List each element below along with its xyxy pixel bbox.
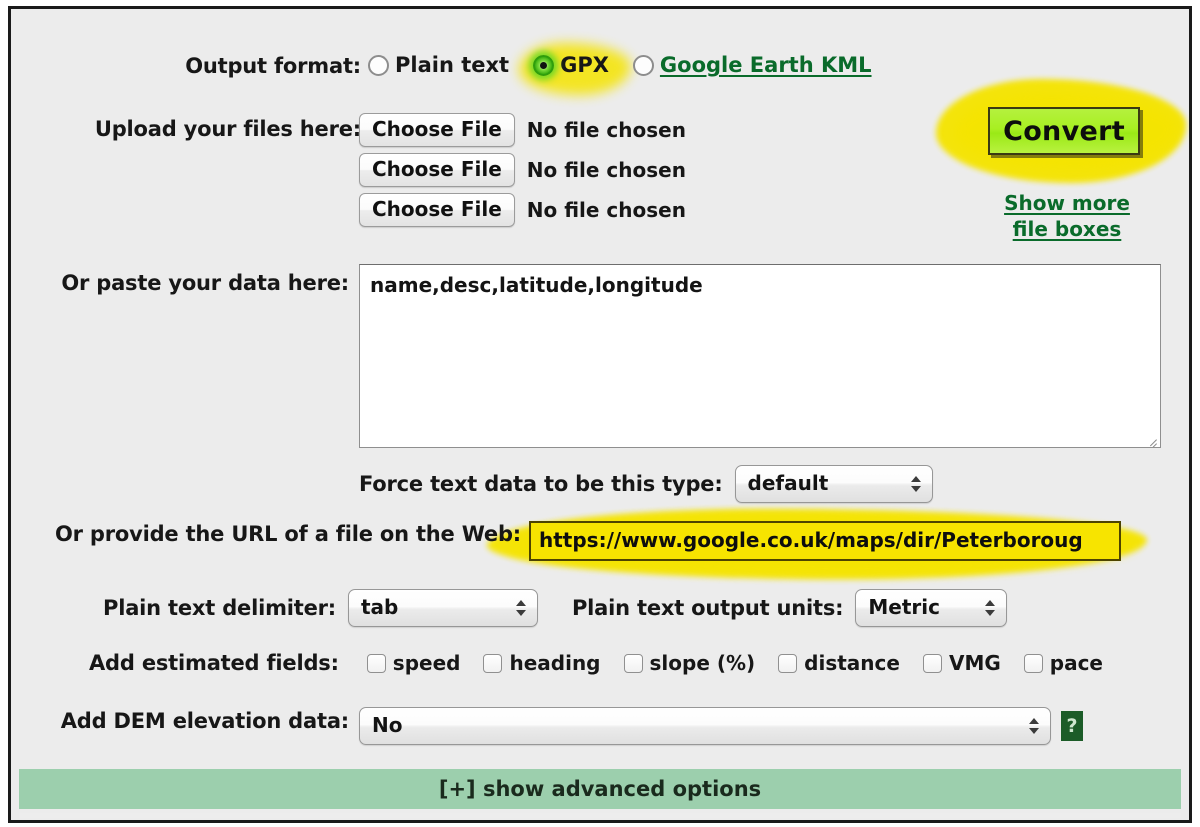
estimated-fields-label: Add estimated fields: (89, 651, 339, 675)
dem-label: Add DEM elevation data: (60, 709, 349, 733)
force-type-value: default (747, 471, 829, 495)
checkbox-pace[interactable] (1023, 653, 1043, 673)
choose-file-button-3[interactable]: Choose File (359, 193, 515, 227)
show-more-line-2: file boxes (1012, 216, 1122, 241)
paste-data-value: name,desc,latitude,longitude (370, 273, 703, 297)
form-body: Output format: Plain text GPX Google Ear… (11, 9, 1189, 820)
estimated-fields-row: Add estimated fields: speed heading slop… (89, 651, 1103, 675)
file-input-row-2: Choose File No file chosen (359, 153, 686, 187)
form-frame: Output format: Plain text GPX Google Ear… (8, 6, 1192, 823)
show-more-file-boxes-link[interactable]: Show more file boxes (936, 191, 1189, 242)
file-status-1: No file chosen (526, 118, 686, 142)
file-status-3: No file chosen (526, 198, 686, 222)
checkbox-pace-label: pace (1049, 651, 1103, 675)
file-input-row-1: Choose File No file chosen (359, 113, 686, 147)
paste-data-textarea-wrap: name,desc,latitude,longitude (359, 264, 1161, 448)
checkbox-item-heading[interactable]: heading (483, 651, 601, 675)
delimiter-row: Plain text delimiter: tab Plain text out… (103, 589, 1008, 627)
chevron-updown-icon (1029, 716, 1040, 736)
chevron-updown-icon (985, 598, 996, 618)
show-more-line-1: Show more (1004, 191, 1130, 215)
textarea-resize-grip[interactable] (1143, 430, 1157, 444)
dem-value: No (372, 713, 403, 737)
url-label: Or provide the URL of a file on the Web: (54, 522, 521, 546)
radio-google-earth-kml-label[interactable]: Google Earth KML (660, 53, 872, 77)
url-input-wrap: https://www.google.co.uk/maps/dir/Peterb… (529, 521, 1121, 561)
url-input[interactable]: https://www.google.co.uk/maps/dir/Peterb… (529, 521, 1121, 561)
paste-data-label: Or paste your data here: (61, 271, 349, 295)
radio-plain-text[interactable] (368, 54, 389, 76)
url-value: https://www.google.co.uk/maps/dir/Peterb… (539, 528, 1083, 552)
bottom-strip (19, 813, 1181, 818)
choose-file-button-2[interactable]: Choose File (359, 153, 515, 187)
checkbox-speed-label: speed (392, 651, 461, 675)
file-input-row-3: Choose File No file chosen (359, 193, 686, 227)
choose-file-button-1[interactable]: Choose File (359, 113, 515, 147)
checkbox-item-speed[interactable]: speed (366, 651, 461, 675)
dem-select[interactable]: No (359, 707, 1051, 745)
output-units-label: Plain text output units: (571, 596, 844, 620)
checkbox-slope-label: slope (%) (649, 651, 756, 675)
radio-google-earth-kml[interactable] (632, 54, 654, 76)
radio-gpx[interactable] (533, 54, 555, 76)
checkbox-speed[interactable] (366, 653, 386, 673)
force-type-row: Force text data to be this type: default (359, 465, 933, 503)
file-status-2: No file chosen (526, 158, 686, 182)
radio-plain-text-label[interactable]: Plain text (395, 53, 509, 77)
checkbox-item-pace[interactable]: pace (1023, 651, 1103, 675)
checkbox-distance[interactable] (778, 653, 798, 673)
help-icon[interactable]: ? (1061, 711, 1083, 741)
output-format-radio-group: Plain text GPX Google Earth KML (368, 53, 1189, 77)
checkbox-item-distance[interactable]: distance (778, 651, 900, 675)
checkbox-slope[interactable] (623, 653, 643, 673)
output-format-label: Output format: (185, 54, 361, 78)
force-type-label: Force text data to be this type: (359, 472, 723, 496)
radio-gpx-label[interactable]: GPX (560, 53, 609, 77)
checkbox-item-vmg[interactable]: VMG (922, 651, 1001, 675)
chevron-updown-icon (515, 598, 527, 618)
delimiter-value: tab (360, 595, 399, 619)
force-type-select[interactable]: default (734, 465, 933, 503)
checkbox-heading[interactable] (483, 653, 503, 673)
convert-button[interactable]: Convert (988, 107, 1140, 155)
checkbox-distance-label: distance (804, 651, 900, 675)
output-units-select[interactable]: Metric (855, 589, 1008, 627)
screenshot-root: Output format: Plain text GPX Google Ear… (0, 0, 1200, 827)
delimiter-label: Plain text delimiter: (103, 596, 336, 620)
show-advanced-options-bar[interactable]: [+] show advanced options (19, 769, 1181, 809)
checkbox-vmg-label: VMG (948, 651, 1001, 675)
checkbox-vmg[interactable] (922, 653, 942, 673)
output-units-value: Metric (868, 595, 940, 619)
delimiter-select[interactable]: tab (347, 589, 538, 627)
dem-row: No ? (359, 707, 1083, 745)
checkbox-heading-label: heading (509, 651, 601, 675)
checkbox-item-slope[interactable]: slope (%) (623, 651, 756, 675)
upload-files-label: Upload your files here: (94, 117, 361, 141)
chevron-updown-icon (910, 474, 922, 494)
paste-data-textarea[interactable]: name,desc,latitude,longitude (359, 264, 1161, 448)
convert-area: Convert Show more file boxes (936, 71, 1189, 261)
